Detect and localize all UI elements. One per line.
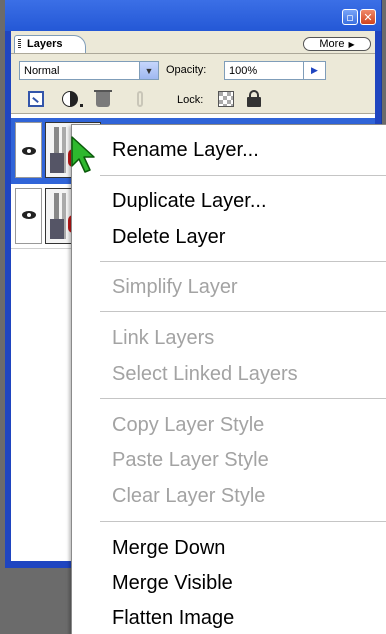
tab-layers[interactable]: Layers: [14, 35, 86, 53]
lock-transparency-icon[interactable]: [218, 91, 234, 107]
new-layer-icon[interactable]: [28, 91, 44, 107]
menu-item-paste-layer-style: Paste Layer Style: [112, 449, 269, 471]
menu-item-rename-layer[interactable]: Rename Layer...: [112, 139, 259, 162]
tab-grip-icon[interactable]: [18, 39, 21, 49]
mouse-cursor-icon: [71, 136, 95, 173]
lock-all-icon[interactable]: [247, 90, 261, 107]
visibility-toggle[interactable]: [15, 188, 42, 244]
menu-item-copy-layer-style: Copy Layer Style: [112, 414, 265, 436]
menu-item-merge-visible[interactable]: Merge Visible: [112, 572, 233, 595]
dropdown-dot-icon: [80, 104, 83, 107]
chevron-down-icon[interactable]: ▼: [139, 62, 158, 79]
close-button[interactable]: ✕: [360, 9, 376, 25]
triangle-right-icon[interactable]: ▶: [304, 61, 326, 80]
opacity-label: Opacity:: [166, 64, 207, 76]
blend-mode-value: Normal: [24, 65, 60, 77]
panel-titlebar[interactable]: [5, 0, 381, 31]
menu-item-clear-layer-style: Clear Layer Style: [112, 485, 266, 507]
menu-item-select-linked-layers: Select Linked Layers: [112, 363, 298, 385]
eye-icon: [22, 147, 36, 155]
opacity-value: 100%: [229, 65, 258, 77]
opacity-input[interactable]: 100%: [224, 61, 304, 80]
menu-separator: [100, 175, 386, 176]
eye-icon: [22, 211, 36, 219]
trash-icon[interactable]: [94, 90, 112, 107]
menu-item-duplicate-layer[interactable]: Duplicate Layer...: [112, 190, 267, 213]
minimize-button[interactable]: ▫: [342, 9, 358, 25]
minimize-icon: ▫: [346, 10, 354, 24]
menu-separator: [100, 521, 386, 522]
menu-separator: [100, 398, 386, 399]
visibility-toggle[interactable]: [15, 122, 42, 178]
menu-item-simplify-layer: Simplify Layer: [112, 276, 238, 298]
lock-label: Lock:: [177, 94, 204, 106]
context-menu: Rename Layer... Duplicate Layer... Delet…: [71, 124, 386, 634]
menu-separator: [100, 311, 386, 312]
menu-item-flatten-image[interactable]: Flatten Image: [112, 607, 234, 630]
blend-mode-select[interactable]: Normal: [19, 61, 159, 80]
close-icon: ✕: [363, 10, 373, 24]
tab-label: Layers: [27, 38, 63, 50]
adjustment-layer-icon[interactable]: [62, 91, 78, 107]
menu-item-merge-down[interactable]: Merge Down: [112, 537, 225, 560]
triangle-right-icon: ▶: [348, 39, 355, 49]
link-icon[interactable]: [137, 91, 143, 107]
menu-item-link-layers: Link Layers: [112, 327, 215, 349]
menu-item-delete-layer[interactable]: Delete Layer: [112, 226, 225, 249]
menu-separator: [100, 261, 386, 262]
more-button[interactable]: More ▶: [303, 37, 371, 51]
more-label: More: [319, 38, 345, 50]
